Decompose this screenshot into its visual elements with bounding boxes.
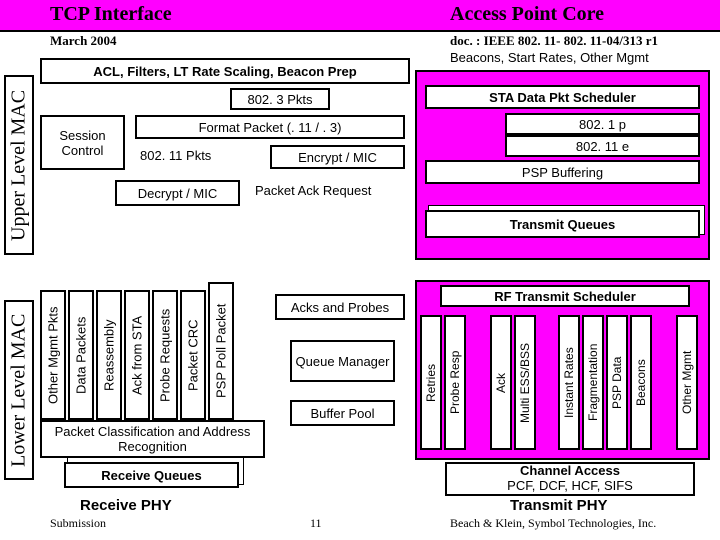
col-fragmentation: Fragmentation [582, 315, 604, 450]
date-label: March 2004 [50, 33, 117, 49]
beacons-label: Beacons, Start Rates, Other Mgmt [450, 50, 649, 65]
session-control: Session Control [40, 115, 125, 170]
psp-buffering: PSP Buffering [425, 160, 700, 184]
col-psp-poll: PSP Poll Packet [208, 282, 234, 420]
col-retries: Retries [420, 315, 442, 450]
rf-transmit-scheduler: RF Transmit Scheduler [440, 285, 690, 307]
col-probe-requests: Probe Requests [152, 290, 178, 420]
col-beacons: Beacons [630, 315, 652, 450]
acl-box: ACL, Filters, LT Rate Scaling, Beacon Pr… [40, 58, 410, 84]
col-probe-resp: Probe Resp [444, 315, 466, 450]
col-data-packets: Data Packets [68, 290, 94, 420]
p8021p: 802. 1 p [505, 113, 700, 135]
col-reassembly: Reassembly [96, 290, 122, 420]
lower-level-mac: Lower Level MAC [4, 300, 34, 480]
decrypt-mic: Decrypt / MIC [115, 180, 240, 206]
upper-level-mac: Upper Level MAC [4, 75, 34, 255]
col-psp-data: PSP Data [606, 315, 628, 450]
acks-probes: Acks and Probes [275, 294, 405, 320]
receive-phy: Receive PHY [80, 497, 172, 514]
doc-id: doc. : IEEE 802. 11- 802. 11-04/313 r1 [450, 33, 658, 49]
col-other-mgmt-pkts: Other Mgmt Pkts [40, 290, 66, 420]
pkts-8023: 802. 3 Pkts [230, 88, 330, 110]
sta-scheduler: STA Data Pkt Scheduler [425, 85, 700, 109]
buffer-pool: Buffer Pool [290, 400, 395, 426]
receive-queues: Receive Queues [64, 462, 239, 488]
format-packet: Format Packet (. 11 / . 3) [135, 115, 405, 139]
footer-submission: Submission [50, 516, 106, 531]
col-other-mgmt: Other Mgmt [676, 315, 698, 450]
col-instant-rates: Instant Rates [558, 315, 580, 450]
footer-author: Beach & Klein, Symbol Technologies, Inc. [450, 516, 656, 531]
col-ack: Ack [490, 315, 512, 450]
pkts-80211: 802. 11 Pkts [140, 148, 211, 163]
tcp-interface: TCP Interface [50, 3, 172, 26]
col-multi-ess-bss: Multi ESS/BSS [514, 315, 536, 450]
p80211e: 802. 11 e [505, 135, 700, 157]
transmit-phy: Transmit PHY [510, 497, 608, 514]
queue-manager: Queue Manager [290, 340, 395, 382]
packet-ack-request: Packet Ack Request [255, 183, 371, 198]
encrypt-mic: Encrypt / MIC [270, 145, 405, 169]
channel-access: Channel AccessPCF, DCF, HCF, SIFS [445, 462, 695, 496]
transmit-queues: Transmit Queues [425, 210, 700, 238]
col-packet-crc: Packet CRC [180, 290, 206, 420]
footer-page: 11 [310, 516, 322, 531]
col-ack-from-sta: Ack from STA [124, 290, 150, 420]
packet-classification: Packet Classification and Address Recogn… [40, 420, 265, 458]
ap-core-title: Access Point Core [450, 3, 604, 26]
